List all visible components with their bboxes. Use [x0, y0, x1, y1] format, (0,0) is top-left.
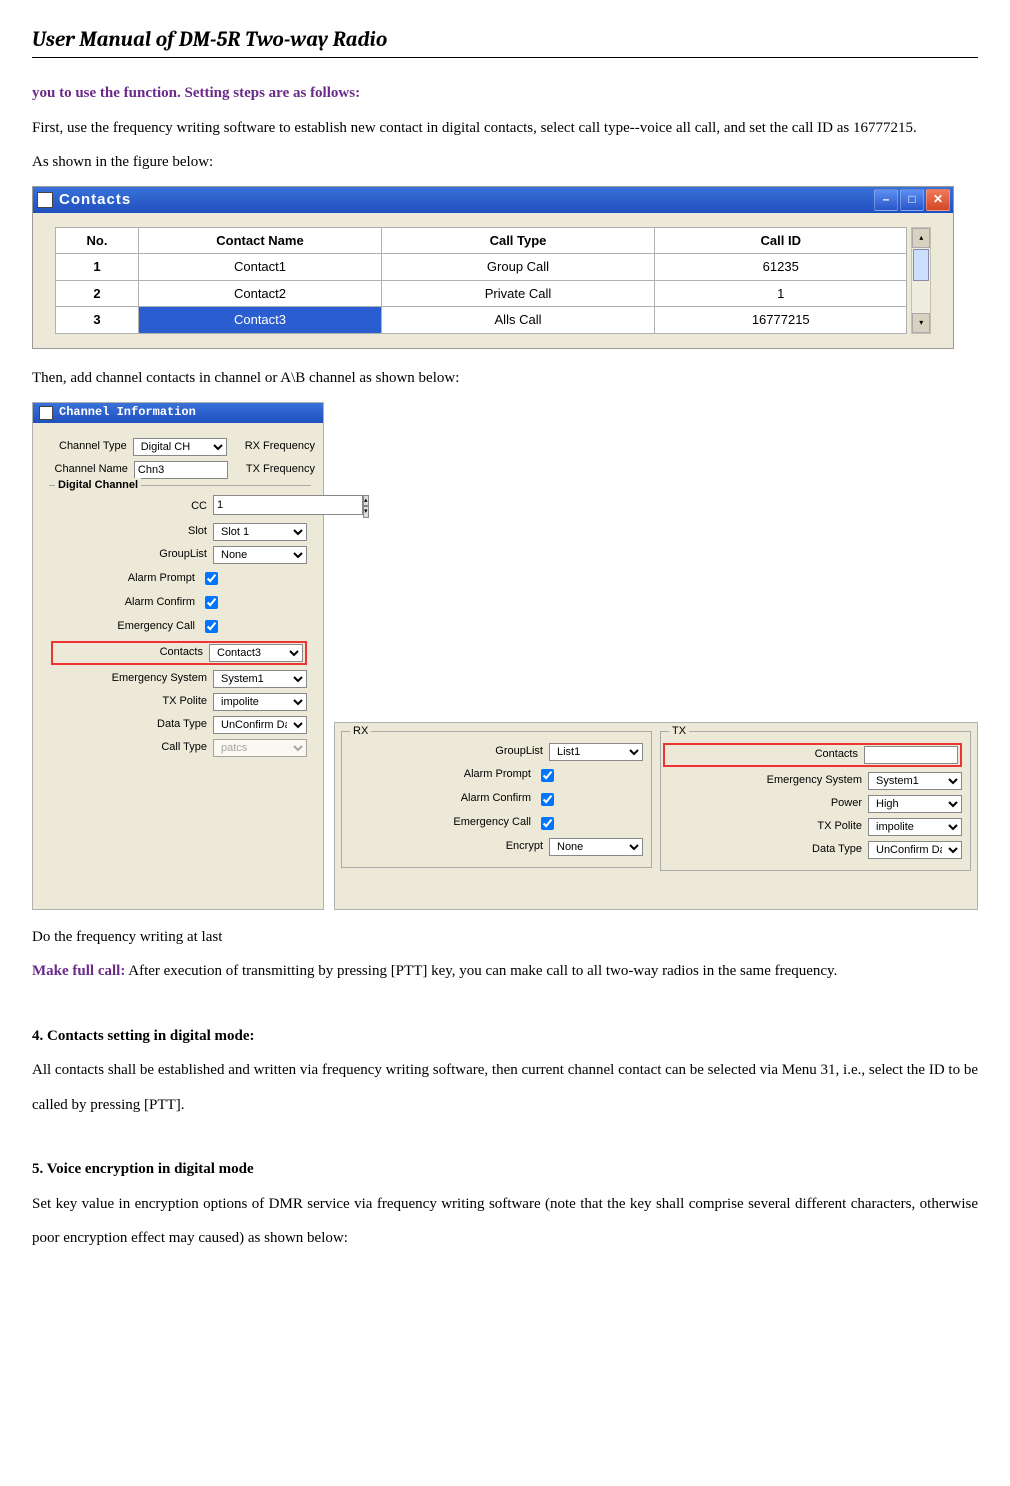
datatype-select[interactable]: UnConfirm Data — [213, 716, 307, 734]
intro-p1: First, use the frequency writing softwar… — [32, 111, 978, 146]
channel-info-window: Channel Information Channel Type Digital… — [32, 402, 324, 910]
tx-datatype-label: Data Type — [812, 842, 862, 857]
tx-emergsys-select[interactable]: System1 — [868, 772, 962, 790]
channel-type-select[interactable]: Digital CH — [133, 438, 227, 456]
rx-emergcall-label: Emergency Call — [453, 815, 531, 830]
window-icon — [39, 406, 53, 420]
contacts-window: Contacts – □ ✕ No. Contact Name Call Typ… — [32, 186, 954, 349]
sec5-title: 5. Voice encryption in digital mode — [32, 1152, 978, 1187]
tx-legend: TX — [669, 724, 689, 739]
grouplist-select[interactable]: None — [213, 546, 307, 564]
channel-name-input[interactable] — [134, 461, 228, 479]
channel-info-figure: Channel Information Channel Type Digital… — [32, 402, 978, 910]
emergsys-select[interactable]: System1 — [213, 670, 307, 688]
rx-alarmprompt-label: Alarm Prompt — [464, 767, 531, 782]
col-name: Contact Name — [139, 227, 382, 254]
alarmconfirm-check[interactable] — [205, 596, 218, 609]
after-fig1: Then, add channel contacts in channel or… — [32, 361, 978, 396]
tx-polite-select[interactable]: impolite — [868, 818, 962, 836]
digital-channel-fieldset: Digital Channel CC ▴▾ Slot Slot 1 GroupL… — [49, 485, 311, 765]
rx-encrypt-label: Encrypt — [506, 839, 543, 854]
alarmprompt-check[interactable] — [205, 572, 218, 585]
tx-polite-label: TX Polite — [817, 819, 862, 834]
calltype-label: Call Type — [161, 740, 207, 755]
table-row[interactable]: 1 Contact1 Group Call 61235 — [56, 254, 907, 281]
tx-group: TX Contacts Contact1 Emergency System Sy… — [660, 731, 971, 871]
contacts-select[interactable]: Contact3 — [209, 644, 303, 662]
window-titlebar[interactable]: Channel Information — [33, 403, 323, 423]
tx-power-label: Power — [831, 796, 862, 811]
contacts-table[interactable]: No. Contact Name Call Type Call ID 1 Con… — [55, 227, 907, 334]
sec4-title: 4. Contacts setting in digital mode: — [32, 1019, 978, 1054]
window-titlebar[interactable]: Contacts – □ ✕ — [33, 187, 953, 213]
minimize-button[interactable]: – — [874, 189, 898, 211]
tx-datatype-select[interactable]: UnConfirm Data — [868, 841, 962, 859]
col-no: No. — [56, 227, 139, 254]
rx-alarmconfirm-check[interactable] — [541, 793, 554, 806]
window-title: Contacts — [59, 191, 131, 209]
tx-emergsys-label: Emergency System — [767, 773, 862, 788]
window-title: Channel Information — [59, 404, 196, 421]
contacts-label: Contacts — [160, 645, 203, 660]
page-title: User Manual of DM-5R Two-way Radio — [32, 28, 978, 58]
intro-purple: you to use the function. Setting steps a… — [32, 85, 360, 101]
table-row-selected[interactable]: 3 Contact3 Alls Call 16777215 — [56, 307, 907, 334]
rx-grouplist-label: GroupList — [495, 744, 543, 759]
txpolite-label: TX Polite — [162, 694, 207, 709]
contacts-redbox: Contacts Contact3 — [51, 641, 307, 665]
close-button[interactable]: ✕ — [926, 189, 950, 211]
slot-label: Slot — [188, 524, 207, 539]
col-type: Call Type — [382, 227, 655, 254]
digital-legend: Digital Channel — [55, 478, 141, 493]
alarmprompt-label: Alarm Prompt — [128, 571, 195, 586]
rx-emergcall-check[interactable] — [541, 817, 554, 830]
emergcall-label: Emergency Call — [117, 619, 195, 634]
cc-stepper[interactable]: ▴▾ — [213, 495, 307, 519]
rx-encrypt-select[interactable]: None — [549, 838, 643, 856]
datatype-label: Data Type — [157, 717, 207, 732]
sec4-body: All contacts shall be established and wr… — [32, 1053, 978, 1122]
channel-name-label: Channel Name — [55, 462, 128, 477]
rx-group: RX GroupList List1 Alarm Prompt Alarm Co… — [341, 731, 652, 868]
emergsys-label: Emergency System — [112, 671, 207, 686]
make-full-call-label: Make full call: — [32, 963, 125, 979]
calltype-select: patcs — [213, 739, 307, 757]
grouplist-label: GroupList — [159, 547, 207, 562]
scroll-down-icon[interactable]: ▾ — [912, 313, 930, 333]
make-full-call-body: After execution of transmitting by press… — [125, 963, 837, 979]
after-fig2-p1: Do the frequency writing at last — [32, 920, 978, 955]
txpolite-select[interactable]: impolite — [213, 693, 307, 711]
tx-contacts-label: Contacts — [815, 747, 858, 762]
rx-tx-panel: RX GroupList List1 Alarm Prompt Alarm Co… — [334, 722, 978, 910]
rx-legend: RX — [350, 724, 371, 739]
rx-grouplist-select[interactable]: List1 — [549, 743, 643, 761]
tx-contacts-select[interactable]: Contact1 — [864, 746, 958, 764]
rx-freq-label: RX Frequency — [245, 439, 315, 454]
make-full-call-para: Make full call: After execution of trans… — [32, 954, 978, 989]
tx-power-select[interactable]: High — [868, 795, 962, 813]
channel-type-label: Channel Type — [59, 439, 127, 454]
slot-select[interactable]: Slot 1 — [213, 523, 307, 541]
tx-contacts-redbox: Contacts Contact1 — [663, 743, 962, 767]
maximize-button[interactable]: □ — [900, 189, 924, 211]
scroll-up-icon[interactable]: ▴ — [912, 228, 930, 248]
intro-p2: As shown in the figure below: — [32, 145, 978, 180]
cc-label: CC — [191, 499, 207, 514]
col-id: Call ID — [655, 227, 907, 254]
rx-alarmprompt-check[interactable] — [541, 769, 554, 782]
scroll-thumb[interactable] — [913, 249, 929, 281]
scrollbar[interactable]: ▴ ▾ — [911, 227, 931, 334]
table-row[interactable]: 2 Contact2 Private Call 1 — [56, 280, 907, 307]
emergcall-check[interactable] — [205, 620, 218, 633]
alarmconfirm-label: Alarm Confirm — [125, 595, 195, 610]
tx-freq-label: TX Frequency — [246, 462, 315, 477]
window-icon — [37, 192, 53, 208]
sec5-body: Set key value in encryption options of D… — [32, 1187, 978, 1256]
rx-alarmconfirm-label: Alarm Confirm — [461, 791, 531, 806]
